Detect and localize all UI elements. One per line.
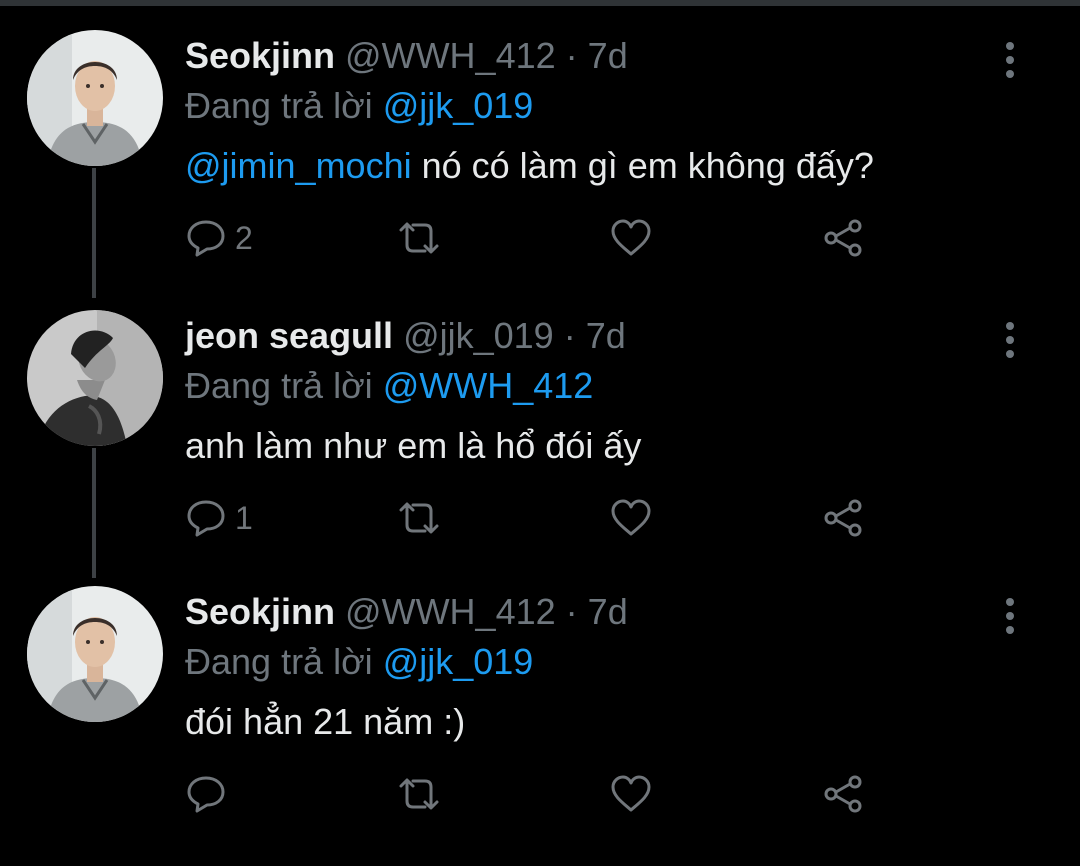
- timestamp[interactable]: 7d: [588, 591, 628, 632]
- reply-prefix: Đang trả lời: [185, 641, 373, 682]
- like-button[interactable]: [609, 772, 653, 816]
- more-icon[interactable]: [998, 40, 1022, 80]
- tweet-text: @jimin_mochi nó có làm gì em không đấy?: [185, 144, 874, 188]
- handle[interactable]: @jjk_019: [403, 315, 554, 356]
- reply-button[interactable]: [185, 772, 235, 816]
- separator: ·: [565, 35, 578, 76]
- reply-to-link[interactable]: @WWH_412: [383, 365, 594, 406]
- display-name[interactable]: jeon seagull: [185, 315, 393, 356]
- more-icon[interactable]: [998, 320, 1022, 360]
- more-icon[interactable]: [998, 596, 1022, 636]
- tweet[interactable]: Seokjinn @WWH_412 · 7d Đang trả lời @jjk…: [0, 30, 1080, 310]
- share-icon: [821, 498, 865, 538]
- action-bar: 2: [185, 216, 905, 260]
- separator: ·: [563, 315, 576, 356]
- tweet-header: Seokjinn @WWH_412 · 7d: [185, 590, 628, 634]
- tweet-text-content: đói hẳn 21 năm :): [185, 701, 466, 742]
- timestamp[interactable]: 7d: [588, 35, 628, 76]
- avatar[interactable]: [27, 586, 163, 722]
- reply-count: 2: [235, 219, 253, 256]
- reply-button[interactable]: 1: [185, 496, 253, 540]
- reply-prefix: Đang trả lời: [185, 85, 373, 126]
- like-icon: [609, 498, 653, 538]
- tweet-text-content: anh làm như em là hổ đói ấy: [185, 425, 642, 466]
- reply-context: Đang trả lời @jjk_019: [185, 84, 533, 128]
- like-icon: [609, 774, 653, 814]
- top-divider: [0, 0, 1080, 6]
- reply-prefix: Đang trả lời: [185, 365, 373, 406]
- reply-icon: [185, 774, 227, 814]
- tweet-text-content: nó có làm gì em không đấy?: [411, 145, 874, 186]
- avatar[interactable]: [27, 30, 163, 166]
- retweet-icon: [395, 218, 443, 258]
- display-name[interactable]: Seokjinn: [185, 591, 335, 632]
- action-bar: 1: [185, 496, 905, 540]
- tweet[interactable]: Seokjinn @WWH_412 · 7d Đang trả lời @jjk…: [0, 586, 1080, 866]
- avatar[interactable]: [27, 310, 163, 446]
- retweet-icon: [395, 498, 443, 538]
- reply-icon: [185, 218, 227, 258]
- share-button[interactable]: [821, 496, 865, 540]
- share-button[interactable]: [821, 216, 865, 260]
- retweet-button[interactable]: [395, 216, 443, 260]
- action-bar: [185, 772, 905, 816]
- tweet-text: đói hẳn 21 năm :): [185, 700, 465, 744]
- like-button[interactable]: [609, 216, 653, 260]
- tweet-text: anh làm như em là hổ đói ấy: [185, 424, 641, 468]
- reply-icon: [185, 498, 227, 538]
- mention-link[interactable]: @jimin_mochi: [185, 145, 412, 186]
- reply-context: Đang trả lời @WWH_412: [185, 364, 593, 408]
- retweet-icon: [395, 774, 443, 814]
- share-button[interactable]: [821, 772, 865, 816]
- reply-to-link[interactable]: @jjk_019: [383, 641, 534, 682]
- tweet-header: Seokjinn @WWH_412 · 7d: [185, 34, 628, 78]
- handle[interactable]: @WWH_412: [345, 591, 556, 632]
- reply-count: 1: [235, 499, 253, 536]
- like-button[interactable]: [609, 496, 653, 540]
- retweet-button[interactable]: [395, 772, 443, 816]
- share-icon: [821, 774, 865, 814]
- reply-button[interactable]: 2: [185, 216, 253, 260]
- reply-to-link[interactable]: @jjk_019: [383, 85, 534, 126]
- like-icon: [609, 218, 653, 258]
- tweet-header: jeon seagull @jjk_019 · 7d: [185, 314, 626, 358]
- reply-context: Đang trả lời @jjk_019: [185, 640, 533, 684]
- retweet-button[interactable]: [395, 496, 443, 540]
- tweet[interactable]: jeon seagull @jjk_019 · 7d Đang trả lời …: [0, 310, 1080, 590]
- display-name[interactable]: Seokjinn: [185, 35, 335, 76]
- handle[interactable]: @WWH_412: [345, 35, 556, 76]
- timestamp[interactable]: 7d: [586, 315, 626, 356]
- share-icon: [821, 218, 865, 258]
- separator: ·: [565, 591, 578, 632]
